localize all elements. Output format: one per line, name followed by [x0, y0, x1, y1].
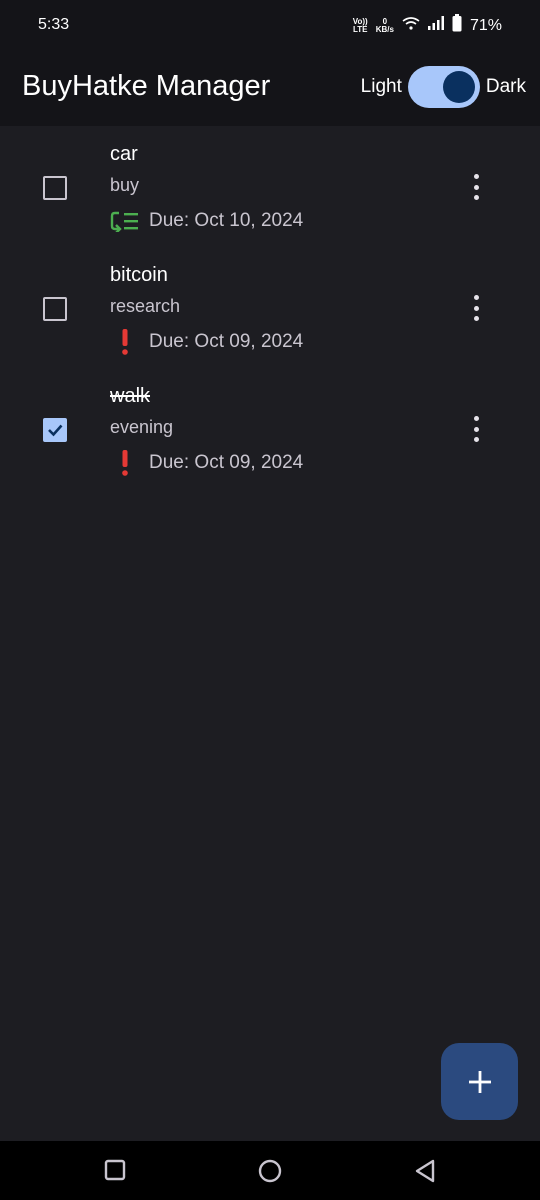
- toggle-light-label: Light: [360, 76, 402, 97]
- theme-toggle: Light Dark: [361, 66, 526, 108]
- more-options-icon[interactable]: [470, 416, 482, 442]
- status-time: 5:33: [38, 16, 70, 33]
- repeat-list-icon: [110, 208, 140, 234]
- wifi-icon: [402, 16, 420, 35]
- dark-mode-switch[interactable]: [407, 66, 480, 108]
- checkmark-icon: [48, 424, 63, 437]
- plus-icon: [468, 1070, 491, 1093]
- task-description: buy: [110, 175, 140, 195]
- exclamation-icon: [110, 329, 140, 355]
- switch-thumb: [442, 71, 475, 103]
- signal-icon: [427, 16, 444, 35]
- task-description: research: [110, 296, 181, 316]
- exclamation-icon: [110, 450, 140, 476]
- task-item[interactable]: walk evening Due: Oct 09, 2024: [0, 368, 540, 489]
- more-options-icon[interactable]: [470, 295, 482, 321]
- task-due: Due: Oct 09, 2024: [110, 329, 303, 355]
- status-bar: 5:33 Vo)) LTE 0 KB/s 71%: [0, 0, 540, 50]
- network-speed: 0 KB/s: [375, 16, 394, 34]
- status-icons: Vo)) LTE 0 KB/s 71%: [353, 14, 502, 37]
- task-checkbox[interactable]: [43, 418, 67, 442]
- battery-icon: [452, 14, 462, 37]
- task-due-text: Due: Oct 09, 2024: [149, 331, 304, 352]
- volte-indicator: Vo)) LTE: [352, 16, 368, 34]
- add-task-button[interactable]: [441, 1043, 518, 1120]
- task-title: walk: [110, 385, 151, 407]
- task-checkbox[interactable]: [43, 176, 67, 200]
- task-due: Due: Oct 09, 2024: [110, 450, 303, 476]
- task-due-text: Due: Oct 10, 2024: [149, 210, 304, 231]
- task-list: car buy Due: Oct 10, 2024 bitcoin resear…: [0, 126, 540, 489]
- task-item[interactable]: bitcoin research Due: Oct 09, 2024: [0, 247, 540, 368]
- battery-percent: 71%: [469, 16, 502, 34]
- back-icon[interactable]: [414, 1159, 436, 1188]
- task-due-text: Due: Oct 09, 2024: [149, 452, 304, 473]
- task-checkbox[interactable]: [43, 297, 67, 321]
- page-title: BuyHatke Manager: [22, 70, 271, 102]
- task-title: bitcoin: [110, 264, 168, 286]
- task-item[interactable]: car buy Due: Oct 10, 2024: [0, 126, 540, 247]
- system-nav-bar: [0, 1141, 540, 1200]
- task-description: evening: [110, 417, 174, 437]
- task-title: car: [110, 143, 138, 165]
- recents-icon[interactable]: [104, 1159, 126, 1186]
- more-options-icon[interactable]: [470, 174, 482, 200]
- home-icon[interactable]: [258, 1159, 282, 1188]
- task-due: Due: Oct 10, 2024: [110, 208, 303, 234]
- app-bar: BuyHatke Manager Light Dark: [0, 50, 540, 126]
- toggle-dark-label: Dark: [485, 76, 526, 97]
